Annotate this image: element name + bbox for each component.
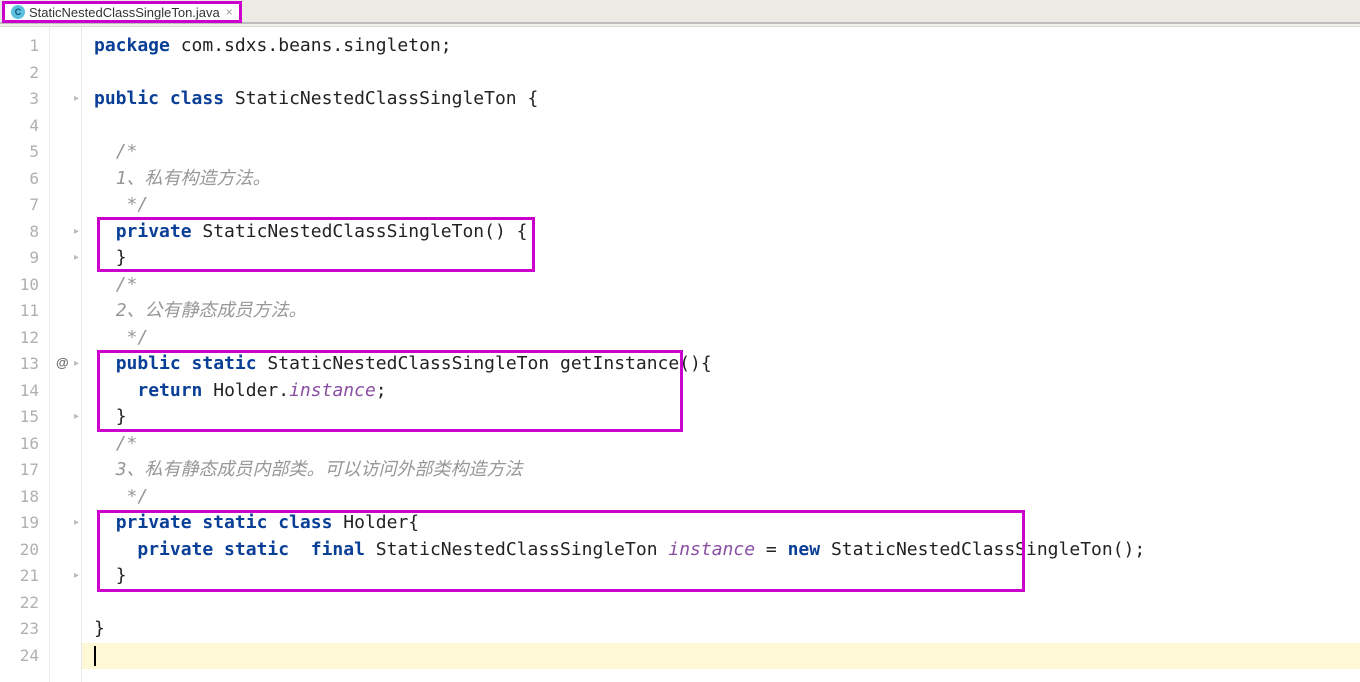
fold-icon[interactable]: ▸ <box>74 570 79 581</box>
code-area[interactable]: package com.sdxs.beans.singleton; public … <box>82 27 1360 682</box>
token-ident: = <box>755 539 788 560</box>
fold-icon[interactable]: ▸ <box>74 411 79 422</box>
code-line[interactable]: } <box>94 616 1360 643</box>
line-number: 24 <box>0 643 49 670</box>
file-tab[interactable]: C StaticNestedClassSingleTon.java × <box>2 1 242 23</box>
token-kw: public class <box>94 88 224 109</box>
text-caret <box>94 646 96 666</box>
line-number: 5 <box>0 139 49 166</box>
code-line[interactable]: 2、公有静态成员方法。 <box>94 298 1360 325</box>
code-line[interactable]: public class StaticNestedClassSingleTon … <box>94 86 1360 113</box>
line-number: 18 <box>0 484 49 511</box>
token-ident: Holder{ <box>332 512 419 533</box>
code-line[interactable]: private static final StaticNestedClassSi… <box>94 537 1360 564</box>
code-line[interactable]: /* <box>94 431 1360 458</box>
code-line[interactable] <box>94 60 1360 87</box>
token-ident: } <box>116 406 127 427</box>
line-number: 16 <box>0 431 49 458</box>
token-kw: return <box>137 380 202 401</box>
fold-icon[interactable]: ▸ <box>74 517 79 528</box>
code-line[interactable]: /* <box>94 272 1360 299</box>
gutter-marks: @ ▸ ▸ ▸ ▸ ▸ ▸ ▸ <box>50 27 82 682</box>
fold-icon[interactable]: ▸ <box>74 226 79 237</box>
code-line[interactable]: 3、私有静态成员内部类。可以访问外部类构造方法 <box>94 457 1360 484</box>
token-cm: */ <box>116 194 149 215</box>
code-line[interactable]: */ <box>94 192 1360 219</box>
code-line[interactable]: 1、私有构造方法。 <box>94 166 1360 193</box>
line-number: 6 <box>0 166 49 193</box>
token-kw: new <box>788 539 821 560</box>
code-editor[interactable]: 123456789101112131415161718192021222324 … <box>0 27 1360 682</box>
token-cm: /* <box>116 433 138 454</box>
line-number: 3 <box>0 86 49 113</box>
code-line[interactable]: } <box>94 245 1360 272</box>
token-ident: com.sdxs.beans.singleton; <box>170 35 452 56</box>
line-number: 14 <box>0 378 49 405</box>
code-line[interactable]: } <box>94 404 1360 431</box>
token-kw: private <box>116 221 192 242</box>
editor-tabbar: C StaticNestedClassSingleTon.java × <box>0 0 1360 24</box>
code-line[interactable]: package com.sdxs.beans.singleton; <box>94 33 1360 60</box>
code-line[interactable]: return Holder.instance; <box>94 378 1360 405</box>
code-line[interactable]: public static StaticNestedClassSingleTon… <box>94 351 1360 378</box>
line-number: 20 <box>0 537 49 564</box>
code-line[interactable] <box>94 643 1360 670</box>
line-number: 23 <box>0 616 49 643</box>
token-ident: StaticNestedClassSingleTon() { <box>192 221 528 242</box>
override-mark-icon[interactable]: @ <box>56 355 69 370</box>
file-tab-label: StaticNestedClassSingleTon.java <box>29 5 220 20</box>
token-cm: 3、私有静态成员内部类。可以访问外部类构造方法 <box>116 459 523 480</box>
line-number: 13 <box>0 351 49 378</box>
token-cm: */ <box>116 486 149 507</box>
line-number: 1 <box>0 33 49 60</box>
fold-icon[interactable]: ▸ <box>74 93 79 104</box>
line-number: 8 <box>0 219 49 246</box>
token-cm: 2、公有静态成员方法。 <box>116 300 307 321</box>
code-line[interactable]: } <box>94 563 1360 590</box>
token-ident: StaticNestedClassSingleTon getInstance()… <box>257 353 712 374</box>
fold-icon[interactable]: ▸ <box>74 252 79 263</box>
line-number: 15 <box>0 404 49 431</box>
line-number-gutter: 123456789101112131415161718192021222324 <box>0 27 50 682</box>
line-number: 4 <box>0 113 49 140</box>
token-ident: } <box>94 618 105 639</box>
token-kw: public static <box>116 353 257 374</box>
close-icon[interactable]: × <box>226 5 233 19</box>
token-ident: Holder. <box>202 380 289 401</box>
line-number: 7 <box>0 192 49 219</box>
code-line[interactable] <box>94 590 1360 617</box>
token-ident: } <box>116 247 127 268</box>
token-cm: 1、私有构造方法。 <box>116 168 271 189</box>
line-number: 9 <box>0 245 49 272</box>
token-ident: StaticNestedClassSingleTon <box>365 539 668 560</box>
code-line[interactable]: private StaticNestedClassSingleTon() { <box>94 219 1360 246</box>
token-ident: ; <box>376 380 387 401</box>
token-cm: /* <box>116 141 138 162</box>
line-number: 2 <box>0 60 49 87</box>
token-cm: /* <box>116 274 138 295</box>
line-number: 12 <box>0 325 49 352</box>
token-kw: package <box>94 35 170 56</box>
token-kw: private static final <box>137 539 365 560</box>
line-number: 10 <box>0 272 49 299</box>
code-line[interactable]: */ <box>94 325 1360 352</box>
code-line[interactable] <box>94 113 1360 140</box>
class-file-icon: C <box>11 5 25 19</box>
code-line[interactable]: private static class Holder{ <box>94 510 1360 537</box>
line-number: 21 <box>0 563 49 590</box>
token-fld: instance <box>668 539 755 560</box>
line-number: 17 <box>0 457 49 484</box>
fold-icon[interactable]: ▸ <box>74 358 79 369</box>
code-line[interactable]: /* <box>94 139 1360 166</box>
token-ident: } <box>116 565 127 586</box>
token-kw: private static class <box>116 512 333 533</box>
code-line[interactable]: */ <box>94 484 1360 511</box>
token-fld: instance <box>289 380 376 401</box>
token-ident: StaticNestedClassSingleTon(); <box>820 539 1145 560</box>
token-ident: StaticNestedClassSingleTon { <box>224 88 538 109</box>
token-cm: */ <box>116 327 149 348</box>
line-number: 19 <box>0 510 49 537</box>
line-number: 22 <box>0 590 49 617</box>
line-number: 11 <box>0 298 49 325</box>
